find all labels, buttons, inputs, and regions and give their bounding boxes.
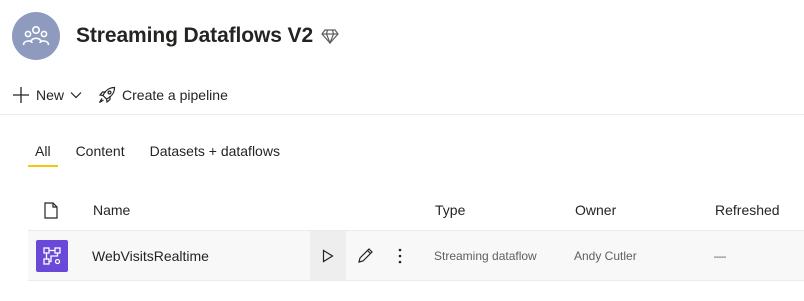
- toolbar: New Create a pipeline: [12, 83, 228, 107]
- row-refreshed: —: [714, 248, 726, 263]
- run-button[interactable]: [310, 231, 346, 280]
- plus-icon: [13, 87, 29, 103]
- column-header-type[interactable]: Type: [435, 190, 465, 230]
- content-tabs: All Content Datasets + dataflows: [28, 141, 298, 167]
- pencil-icon: [357, 248, 373, 263]
- chevron-down-icon: [70, 91, 82, 99]
- diamond-icon[interactable]: [321, 28, 339, 44]
- workspace-header: Streaming Dataflows V2: [12, 12, 339, 60]
- create-pipeline-label: Create a pipeline: [122, 87, 228, 103]
- row-type: Streaming dataflow: [434, 248, 537, 263]
- tab-content[interactable]: Content: [69, 141, 132, 165]
- workspace-avatar: [12, 12, 60, 60]
- column-header-name[interactable]: Name: [93, 190, 130, 230]
- new-button[interactable]: New: [12, 86, 82, 104]
- table-row[interactable]: WebVisitsRealtime Streaming dataflow And…: [28, 231, 804, 281]
- edit-button[interactable]: [353, 231, 377, 280]
- create-pipeline-button[interactable]: Create a pipeline: [98, 86, 228, 104]
- people-group-icon: [22, 25, 50, 46]
- row-owner: Andy Cutler: [574, 248, 637, 263]
- more-options-button[interactable]: [390, 231, 410, 280]
- table-header: Name Type Owner Refreshed: [28, 190, 804, 231]
- rocket-icon: [98, 86, 116, 104]
- tab-all[interactable]: All: [28, 141, 58, 167]
- file-icon: [44, 201, 58, 219]
- page-title: Streaming Dataflows V2: [76, 24, 314, 47]
- column-header-type-icon[interactable]: [44, 190, 58, 230]
- row-item-icon-cell: [36, 231, 68, 280]
- play-icon: [322, 248, 334, 263]
- row-name[interactable]: WebVisitsRealtime: [92, 231, 209, 280]
- new-button-label: New: [36, 87, 65, 103]
- more-vertical-icon: [398, 248, 402, 263]
- column-header-owner[interactable]: Owner: [575, 190, 616, 230]
- header-divider: [0, 114, 804, 115]
- tab-datasets-dataflows[interactable]: Datasets + dataflows: [143, 141, 287, 165]
- column-header-refreshed[interactable]: Refreshed: [715, 190, 780, 230]
- streaming-dataflow-icon: [36, 239, 68, 272]
